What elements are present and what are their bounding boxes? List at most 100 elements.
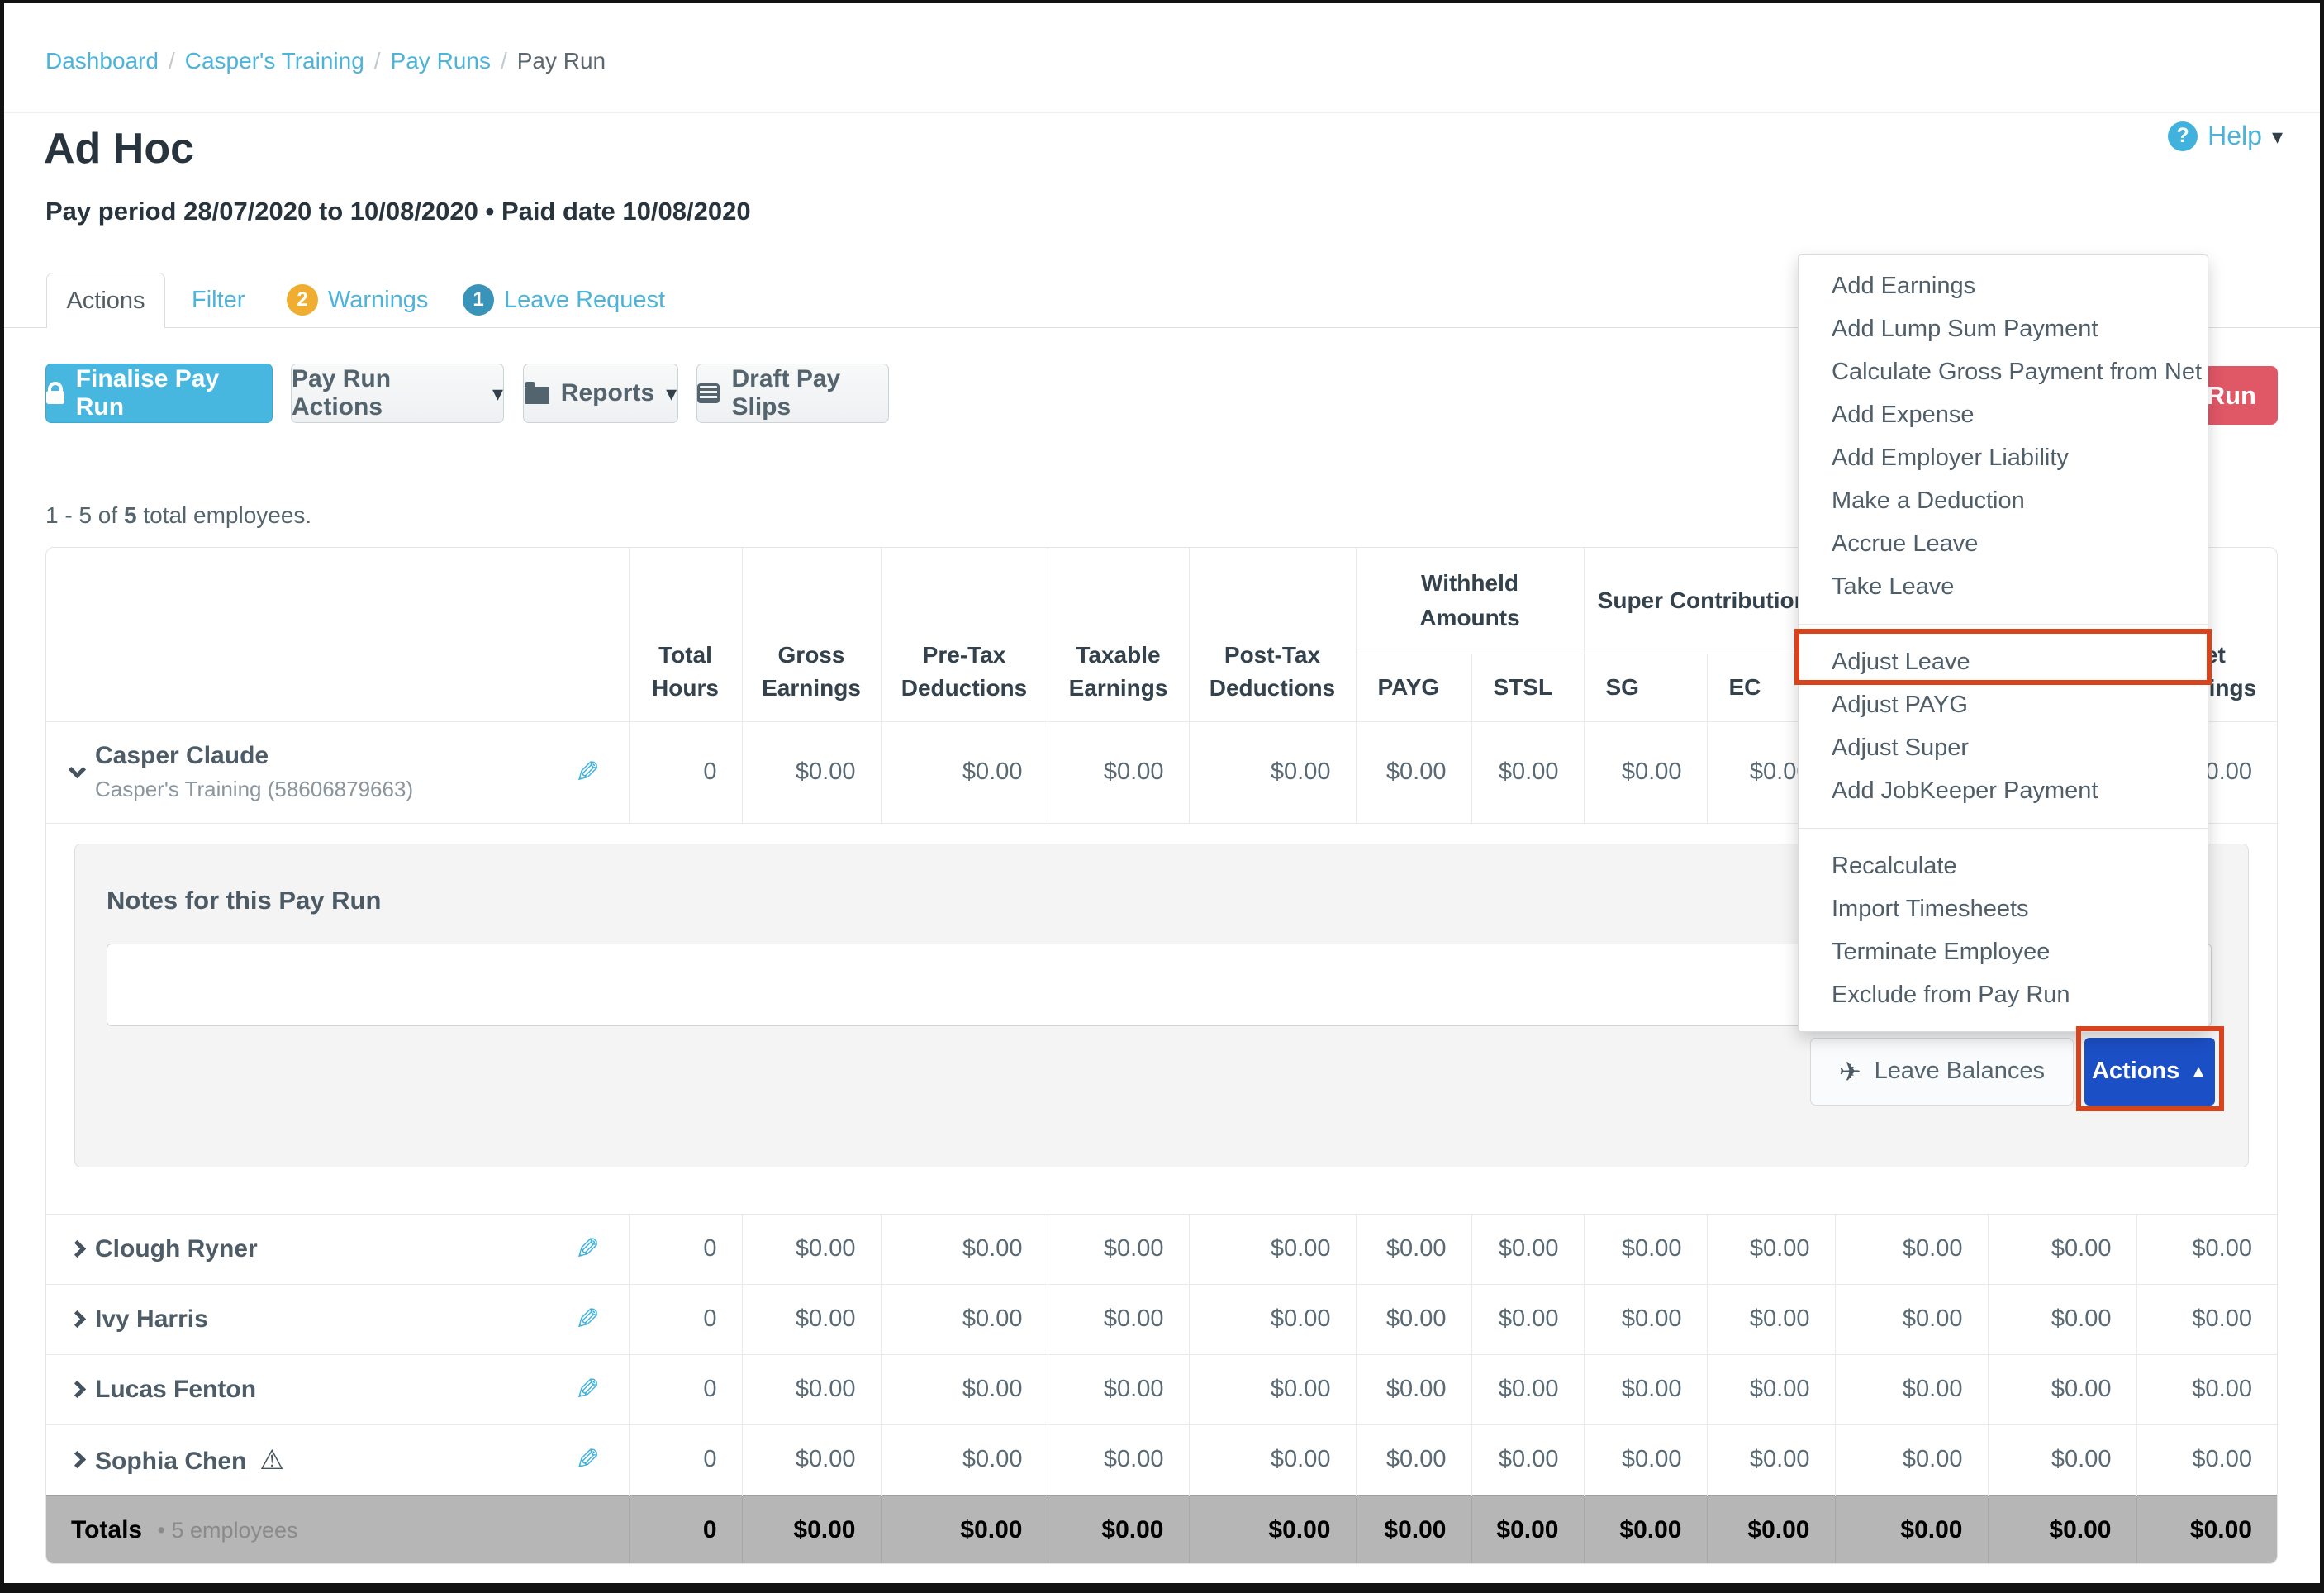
employee-row: Sophia Chen⚠✎0$0.00$0.00$0.00$0.00$0.00$…	[46, 1424, 2277, 1495]
breadcrumb-separator: /	[374, 48, 381, 74]
menu-item-exclude-from-pay-run[interactable]: Exclude from Pay Run	[1799, 973, 2208, 1016]
menu-item-add-expense[interactable]: Add Expense	[1799, 393, 2208, 436]
employee-cell[interactable]: Clough Ryner ✎	[46, 1214, 629, 1284]
tab-filter[interactable]: Filter	[192, 273, 245, 327]
value-cell: $0.00	[1189, 1424, 1356, 1495]
value-cell: $0.00	[1584, 1284, 1707, 1354]
help-menu[interactable]: ? Help ▾	[2168, 121, 2283, 151]
menu-item-adjust-payg[interactable]: Adjust PAYG	[1799, 683, 2208, 726]
draft-pay-slips-button[interactable]: Draft Pay Slips	[696, 364, 889, 423]
employee-cell[interactable]: Ivy Harris ✎	[46, 1284, 629, 1354]
finalise-label: Finalise Pay Run	[76, 365, 272, 421]
value-cell: 0	[629, 1424, 742, 1495]
totals-value-cell: $0.00	[1707, 1495, 1835, 1564]
tab-warnings[interactable]: 2 Warnings	[287, 273, 428, 327]
pay-run-actions-button[interactable]: Pay Run Actions ▾	[291, 364, 504, 423]
pay-run-actions-label: Pay Run Actions	[292, 365, 481, 421]
leave-balances-label: Leave Balances	[1875, 1058, 2045, 1085]
airplane-icon: ✈	[1839, 1056, 1861, 1087]
leave-balances-button[interactable]: ✈ Leave Balances	[1810, 1038, 2074, 1106]
totals-value-cell: $0.00	[1189, 1495, 1356, 1564]
value-cell: $0.00	[1584, 721, 1707, 823]
value-cell: $0.00	[742, 1214, 881, 1284]
help-label: Help	[2208, 121, 2262, 151]
menu-item-add-employer-liability[interactable]: Add Employer Liability	[1799, 436, 2208, 479]
chevron-down-icon[interactable]	[69, 761, 86, 778]
breadcrumb-dashboard[interactable]: Dashboard	[45, 48, 159, 74]
employee-count-summary: 1 - 5 of 5 total employees.	[45, 502, 311, 529]
edit-pencil-icon[interactable]: ✎	[575, 755, 600, 790]
chevron-right-icon[interactable]	[69, 1240, 86, 1258]
totals-value-cell: $0.00	[2136, 1495, 2277, 1564]
value-cell: $0.00	[1048, 1284, 1189, 1354]
chevron-down-icon: ▾	[2272, 126, 2283, 147]
chevron-right-icon[interactable]	[69, 1310, 86, 1328]
menu-item-calculate-gross-payment-from-net[interactable]: Calculate Gross Payment from Net	[1799, 350, 2208, 393]
breadcrumb-pay-runs[interactable]: Pay Runs	[391, 48, 491, 74]
employee-cell[interactable]: Lucas Fenton ✎	[46, 1354, 629, 1424]
edit-pencil-icon[interactable]: ✎	[575, 1302, 600, 1337]
value-cell: $0.00	[1707, 1284, 1835, 1354]
tab-leave-request-label: Leave Request	[504, 287, 665, 314]
value-cell: $0.00	[1835, 1354, 1988, 1424]
menu-item-recalculate[interactable]: Recalculate	[1799, 844, 2208, 887]
tab-leave-request[interactable]: 1 Leave Request	[463, 273, 665, 327]
value-cell: $0.00	[742, 1284, 881, 1354]
finalise-pay-run-button[interactable]: Finalise Pay Run	[45, 364, 273, 423]
menu-divider	[1799, 624, 2208, 625]
totals-value-cell: 0	[629, 1495, 742, 1564]
menu-item-adjust-super[interactable]: Adjust Super	[1799, 726, 2208, 769]
edit-pencil-icon[interactable]: ✎	[575, 1372, 600, 1407]
employee-name[interactable]: Ivy Harris	[95, 1305, 208, 1333]
totals-value-cell: $0.00	[1356, 1495, 1471, 1564]
col-payg: PAYG	[1356, 654, 1471, 721]
breadcrumb: Dashboard/Casper's Training/Pay Runs/Pay…	[45, 48, 606, 74]
window-frame-left	[0, 0, 4, 1593]
menu-item-add-lump-sum-payment[interactable]: Add Lump Sum Payment	[1799, 307, 2208, 350]
employee-name[interactable]: Casper Claude	[95, 742, 269, 769]
window-frame-right	[2320, 0, 2324, 1593]
value-cell: $0.00	[1471, 1284, 1584, 1354]
menu-item-terminate-employee[interactable]: Terminate Employee	[1799, 930, 2208, 973]
value-cell: $0.00	[742, 721, 881, 823]
col-sg: SG	[1584, 654, 1707, 721]
edit-pencil-icon[interactable]: ✎	[575, 1232, 600, 1267]
value-cell: 0	[629, 1354, 742, 1424]
menu-item-take-leave[interactable]: Take Leave	[1799, 565, 2208, 608]
value-cell: $0.00	[1988, 1214, 2136, 1284]
employee-cell[interactable]: Sophia Chen⚠✎	[46, 1424, 629, 1495]
edit-pencil-icon[interactable]: ✎	[575, 1443, 600, 1477]
menu-item-adjust-leave[interactable]: Adjust Leave	[1799, 640, 2208, 683]
menu-item-make-a-deduction[interactable]: Make a Deduction	[1799, 479, 2208, 522]
value-cell: $0.00	[1835, 1284, 1988, 1354]
employee-cell[interactable]: Casper ClaudeCasper's Training (58606879…	[46, 721, 629, 823]
menu-item-accrue-leave[interactable]: Accrue Leave	[1799, 522, 2208, 565]
breadcrumb-business[interactable]: Casper's Training	[185, 48, 364, 74]
window-frame-bottom	[0, 1583, 2324, 1593]
employee-actions-button[interactable]: Actions ▲	[2084, 1038, 2215, 1106]
value-cell: $0.00	[2136, 1424, 2277, 1495]
menu-item-import-timesheets[interactable]: Import Timesheets	[1799, 887, 2208, 930]
value-cell: $0.00	[1048, 721, 1189, 823]
tab-actions[interactable]: Actions	[46, 273, 165, 328]
employee-name[interactable]: Lucas Fenton	[95, 1376, 256, 1403]
value-cell: 0	[629, 1284, 742, 1354]
menu-item-add-earnings[interactable]: Add Earnings	[1799, 264, 2208, 307]
employee-actions-label: Actions	[2092, 1058, 2179, 1085]
reports-button[interactable]: Reports ▾	[523, 364, 678, 423]
value-cell: 0	[629, 1214, 742, 1284]
menu-item-add-jobkeeper-payment[interactable]: Add JobKeeper Payment	[1799, 769, 2208, 812]
value-cell: $0.00	[1048, 1214, 1189, 1284]
warnings-count-badge: 2	[287, 284, 318, 316]
chevron-right-icon[interactable]	[69, 1381, 86, 1398]
value-cell: $0.00	[1189, 1214, 1356, 1284]
value-cell: $0.00	[1707, 1354, 1835, 1424]
employee-column-header	[46, 548, 629, 721]
value-cell: $0.00	[1356, 1424, 1471, 1495]
value-cell: $0.00	[1707, 1214, 1835, 1284]
employee-name[interactable]: Sophia Chen	[95, 1448, 246, 1475]
value-cell: $0.00	[1471, 721, 1584, 823]
chevron-right-icon[interactable]	[69, 1451, 86, 1468]
employee-name[interactable]: Clough Ryner	[95, 1235, 258, 1263]
value-cell: $0.00	[1988, 1354, 2136, 1424]
